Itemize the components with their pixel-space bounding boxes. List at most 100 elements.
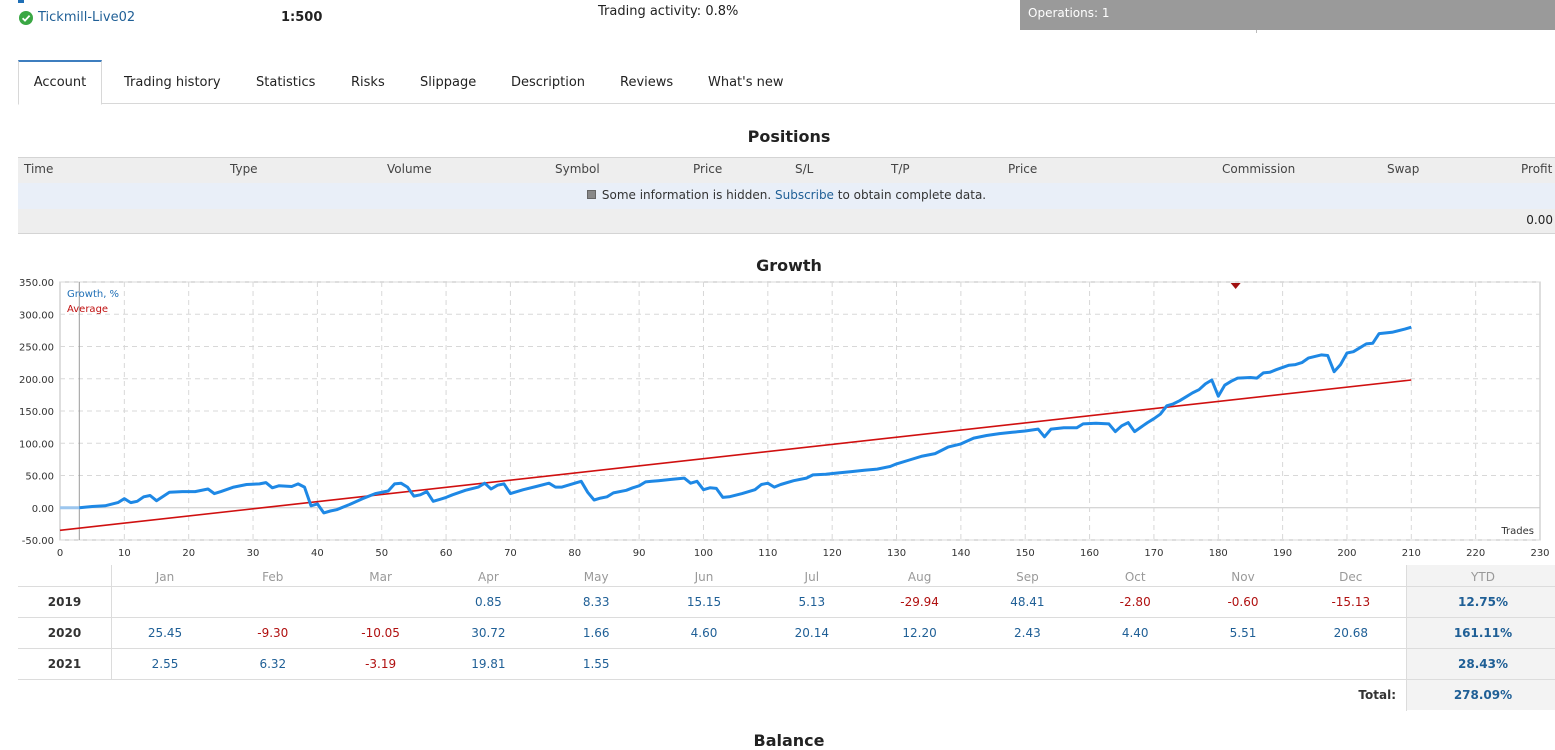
y-tick-label: 150.00: [19, 407, 54, 418]
total-value: 278.09%: [1453, 688, 1513, 702]
x-tick-label: 40: [311, 548, 324, 559]
col-commission: Commission: [1222, 162, 1296, 176]
x-tick-label: 180: [1209, 548, 1228, 559]
growth-title: Growth: [756, 256, 822, 275]
month-header: Jun: [694, 570, 714, 584]
x-tick-label: 190: [1273, 548, 1292, 559]
monthly-returns-table: Jan Feb Mar Apr May Jun Jul Aug Sep Oct Nov Dec YTD 2…: [0, 565, 1555, 715]
month-value: 1.66: [582, 626, 610, 640]
month-value: 20.14: [794, 626, 829, 640]
y-tick-label: 0.00: [32, 504, 54, 515]
x-tick-label: 60: [440, 548, 453, 559]
month-value: -2.80: [1119, 595, 1151, 609]
x-tick-label: 30: [247, 548, 260, 559]
positions-title: Positions: [747, 127, 831, 146]
month-value: -0.60: [1227, 595, 1259, 609]
tab-account[interactable]: Account: [18, 60, 102, 105]
y-tick-label: 300.00: [19, 310, 54, 321]
divider: [18, 617, 1555, 618]
hidden-info-message: Some information is hidden. Subscribe to…: [0, 188, 1555, 202]
col-sl: S/L: [795, 162, 814, 176]
y-tick-label: 100.00: [19, 439, 54, 450]
month-value: 12.20: [902, 626, 937, 640]
divider: [18, 679, 1555, 680]
month-value: 25.45: [147, 626, 183, 640]
tab-risks[interactable]: Risks: [351, 62, 385, 104]
legend-average: Average: [67, 304, 108, 315]
year-label: 2019: [47, 595, 82, 609]
ytd-value: 28.43%: [1458, 657, 1508, 671]
x-tick-label: 220: [1466, 548, 1485, 559]
month-value: 15.15: [686, 595, 722, 609]
col-price-current: Price: [1008, 162, 1038, 176]
col-tp: T/P: [891, 162, 910, 176]
tab-whats-new[interactable]: What's new: [708, 62, 784, 104]
ytd-value: 12.75%: [1458, 595, 1508, 609]
month-value: -29.94: [900, 595, 939, 609]
operations-bar: Operations: 1: [1020, 0, 1555, 30]
y-tick-label: 50.00: [25, 472, 54, 483]
x-tick-label: 230: [1530, 548, 1549, 559]
tab-reviews[interactable]: Reviews: [620, 62, 673, 104]
check-icon: [19, 11, 33, 25]
account-name[interactable]: Tickmill-Live02: [38, 10, 135, 25]
month-value: 20.68: [1333, 626, 1368, 640]
x-axis-label: Trades: [1500, 526, 1534, 537]
divider: [1256, 30, 1257, 33]
x-tick-label: 20: [182, 548, 195, 559]
month-value: 30.72: [471, 626, 506, 640]
tab-trading-history[interactable]: Trading history: [124, 62, 221, 104]
subscribe-link[interactable]: Subscribe: [775, 188, 834, 202]
month-header: May: [583, 570, 609, 584]
divider: [111, 565, 112, 680]
x-tick-label: 210: [1402, 548, 1421, 559]
x-tick-label: 140: [951, 548, 970, 559]
tab-slippage[interactable]: Slippage: [420, 62, 476, 104]
tab-statistics[interactable]: Statistics: [256, 62, 315, 104]
month-value: 2.55: [151, 657, 179, 671]
x-tick-label: 70: [504, 548, 517, 559]
month-header: Feb: [262, 570, 284, 584]
month-value: 19.81: [471, 657, 506, 671]
x-tick-label: 170: [1144, 548, 1163, 559]
x-tick-label: 80: [568, 548, 581, 559]
trading-activity: Trading activity: 0.8%: [598, 4, 739, 19]
y-tick-label: 350.00: [19, 278, 54, 289]
y-tick-label: 200.00: [19, 375, 54, 386]
y-tick-label: 250.00: [19, 343, 54, 354]
total-label: Total:: [1358, 688, 1396, 702]
month-value: 1.55: [582, 657, 610, 671]
month-header: Dec: [1339, 570, 1363, 584]
month-header: Oct: [1124, 570, 1146, 584]
ytd-value: 161.11%: [1453, 626, 1513, 640]
x-tick-label: 130: [887, 548, 906, 559]
month-value: -10.05: [361, 626, 400, 640]
y-tick-label: -50.00: [22, 536, 54, 547]
col-profit: Profit: [1521, 162, 1553, 176]
x-tick-label: 10: [118, 548, 131, 559]
info-prefix: Some information is hidden.: [601, 188, 772, 202]
month-header: Mar: [369, 570, 392, 584]
month-value: 48.41: [1010, 595, 1045, 609]
month-value: -3.19: [365, 657, 397, 671]
x-tick-label: 50: [375, 548, 388, 559]
legend-growth: Growth, %: [67, 289, 119, 300]
col-swap: Swap: [1387, 162, 1420, 176]
col-price-open: Price: [693, 162, 723, 176]
month-value: 4.60: [690, 626, 718, 640]
tabs-divider: [18, 103, 1555, 104]
top-accent: [18, 0, 24, 3]
month-header: Apr: [478, 570, 499, 584]
month-value: 5.13: [798, 595, 826, 609]
info-suffix: to obtain complete data.: [837, 188, 987, 202]
month-value: -9.30: [257, 626, 289, 640]
x-tick-label: 150: [1016, 548, 1035, 559]
growth-chart: 350.00300.00250.00200.00150.00100.0050.0…: [19, 278, 1550, 559]
month-value: 0.85: [475, 595, 502, 609]
ytd-header: YTD: [1471, 570, 1495, 584]
tab-description[interactable]: Description: [511, 62, 585, 104]
x-tick-label: 120: [823, 548, 842, 559]
operations-label: Operations: 1: [1028, 6, 1110, 20]
positions-total-row: [18, 209, 1555, 234]
month-value: 8.33: [582, 595, 610, 609]
